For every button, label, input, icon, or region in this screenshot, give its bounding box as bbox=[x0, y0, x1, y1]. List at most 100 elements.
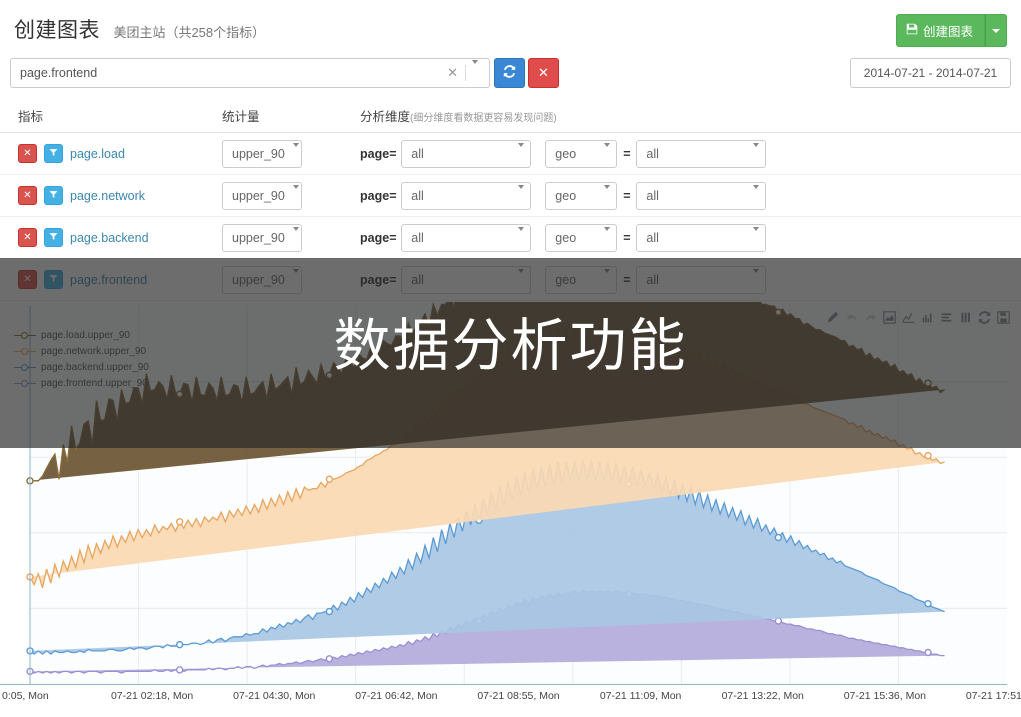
chevron-down-icon bbox=[518, 189, 524, 203]
remove-metric-button[interactable]: ✕ bbox=[18, 228, 37, 247]
line-chart-icon[interactable] bbox=[901, 310, 916, 325]
filter-metric-button[interactable] bbox=[44, 186, 63, 205]
metric-link[interactable]: page.frontend bbox=[70, 273, 147, 287]
filter-metric-button[interactable] bbox=[44, 144, 63, 163]
page-title: 创建图表 bbox=[14, 14, 100, 44]
close-x-icon: ✕ bbox=[538, 65, 549, 81]
refresh-icon[interactable] bbox=[977, 310, 992, 325]
dimension-value-select[interactable]: all bbox=[401, 140, 531, 168]
column-chart-icon[interactable] bbox=[958, 310, 973, 325]
legend-label: page.backend.upper_90 bbox=[41, 362, 149, 373]
dimension-key-value: geo bbox=[555, 147, 596, 161]
dimension-key-value-select[interactable]: all bbox=[636, 182, 766, 210]
dimension-key-value: geo bbox=[555, 189, 596, 203]
chevron-down-icon bbox=[604, 273, 610, 287]
x-axis-tick-label: 07-21 13:22, Mon bbox=[722, 690, 804, 702]
funnel-filter-icon bbox=[49, 190, 58, 202]
chevron-down-icon bbox=[472, 60, 478, 81]
chevron-down-icon bbox=[293, 273, 299, 287]
legend-marker bbox=[14, 347, 36, 356]
dimension-key-value-select[interactable]: all bbox=[636, 266, 766, 294]
dimension-value-select[interactable]: all bbox=[401, 266, 531, 294]
legend-item[interactable]: page.frontend.upper_90 bbox=[14, 378, 149, 389]
metric-link[interactable]: page.backend bbox=[70, 231, 149, 245]
dimension-key-label: page bbox=[360, 273, 389, 287]
dimension-equals-label-2: = bbox=[617, 189, 636, 203]
dimension-equals-label: = bbox=[389, 147, 401, 161]
stat-cell: upper_90 bbox=[222, 140, 360, 168]
create-chart-button[interactable]: 创建图表 bbox=[896, 14, 985, 47]
chevron-down-icon bbox=[753, 189, 759, 203]
stat-select-value: upper_90 bbox=[232, 147, 285, 161]
column-header-metric: 指标 bbox=[0, 106, 222, 125]
search-dropdown-toggle[interactable] bbox=[466, 64, 483, 82]
legend-label: page.frontend.upper_90 bbox=[41, 378, 148, 389]
refresh-icon bbox=[503, 65, 516, 81]
refresh-button[interactable] bbox=[494, 58, 525, 88]
pencil-edit-icon[interactable] bbox=[825, 310, 840, 325]
chevron-down-icon bbox=[293, 189, 299, 203]
funnel-filter-icon bbox=[49, 274, 58, 286]
chart-plot[interactable] bbox=[0, 302, 1021, 684]
close-x-icon: ✕ bbox=[23, 191, 31, 201]
stat-select[interactable]: upper_90 bbox=[222, 182, 302, 210]
dimension-key-selected-value: all bbox=[646, 231, 745, 245]
date-range-picker[interactable]: 2014-07-21 - 2014-07-21 bbox=[850, 58, 1011, 88]
filter-metric-button[interactable] bbox=[44, 270, 63, 289]
dimension-key-label: page bbox=[360, 147, 389, 161]
chevron-down-icon bbox=[518, 147, 524, 161]
dimension-key-label: page bbox=[360, 231, 389, 245]
remove-metric-button[interactable]: ✕ bbox=[18, 144, 37, 163]
chart-legend: page.load.upper_90 page.network.upper_90p… bbox=[14, 330, 149, 394]
toolbar: page.frontend ✕ ✕ 2014-07-21 - 2014-07-2… bbox=[0, 56, 1021, 100]
dimension-value: all bbox=[411, 147, 510, 161]
chevron-down-icon bbox=[518, 273, 524, 287]
stat-select[interactable]: upper_90 bbox=[222, 224, 302, 252]
dimension-key-value-select[interactable]: all bbox=[636, 140, 766, 168]
remove-metric-button[interactable]: ✕ bbox=[18, 270, 37, 289]
table-header-row: 指标 统计量 分析维度(细分维度看数据更容易发现问题) bbox=[0, 100, 1021, 133]
chart-toolbar bbox=[825, 310, 1011, 325]
dimension-value: all bbox=[411, 273, 510, 287]
dimension-key-select[interactable]: geo bbox=[545, 224, 617, 252]
redo-icon[interactable] bbox=[863, 310, 878, 325]
dimension-value-select[interactable]: all bbox=[401, 182, 531, 210]
save-icon[interactable] bbox=[996, 310, 1011, 325]
funnel-filter-icon bbox=[49, 232, 58, 244]
remove-metric-button[interactable]: ✕ bbox=[18, 186, 37, 205]
dimension-key-selected-value: all bbox=[646, 147, 745, 161]
chart-x-axis: 0:05, Mon07-21 02:18, Mon07-21 04:30, Mo… bbox=[0, 684, 1021, 710]
dimension-equals-label-2: = bbox=[617, 273, 636, 287]
create-chart-dropdown-toggle[interactable] bbox=[985, 14, 1007, 47]
search-clear-icon[interactable]: ✕ bbox=[440, 65, 465, 81]
metric-search-box[interactable]: page.frontend ✕ bbox=[10, 58, 490, 88]
filter-metric-button[interactable] bbox=[44, 228, 63, 247]
dimension-key-select[interactable]: geo bbox=[545, 140, 617, 168]
bar-chart-icon[interactable] bbox=[920, 310, 935, 325]
undo-icon[interactable] bbox=[844, 310, 859, 325]
stat-select[interactable]: upper_90 bbox=[222, 266, 302, 294]
stat-select[interactable]: upper_90 bbox=[222, 140, 302, 168]
dimension-cell: page=allgeo=all bbox=[360, 140, 1021, 168]
x-axis-tick-label: 07-21 15:36, Mon bbox=[844, 690, 926, 702]
dimension-key-selected-value: all bbox=[646, 273, 745, 287]
metric-link[interactable]: page.network bbox=[70, 189, 145, 203]
dimension-key-select[interactable]: geo bbox=[545, 182, 617, 210]
delete-button[interactable]: ✕ bbox=[528, 58, 559, 88]
save-floppy-icon bbox=[906, 23, 918, 38]
legend-item[interactable]: page.load.upper_90 bbox=[14, 330, 149, 341]
chevron-down-icon bbox=[992, 29, 1000, 33]
metric-link[interactable]: page.load bbox=[70, 147, 125, 161]
dimension-key-select[interactable]: geo bbox=[545, 266, 617, 294]
legend-item[interactable]: page.backend.upper_90 bbox=[14, 362, 149, 373]
legend-item[interactable]: page.network.upper_90 bbox=[14, 346, 149, 357]
chevron-down-icon bbox=[753, 231, 759, 245]
dimension-key-value: geo bbox=[555, 273, 596, 287]
stacked-area-chart-icon[interactable] bbox=[882, 310, 897, 325]
horizontal-bar-chart-icon[interactable] bbox=[939, 310, 954, 325]
legend-marker bbox=[14, 331, 36, 340]
dimension-key-value-select[interactable]: all bbox=[636, 224, 766, 252]
search-input[interactable]: page.frontend bbox=[20, 66, 440, 80]
dimension-equals-label: = bbox=[389, 189, 401, 203]
dimension-value-select[interactable]: all bbox=[401, 224, 531, 252]
